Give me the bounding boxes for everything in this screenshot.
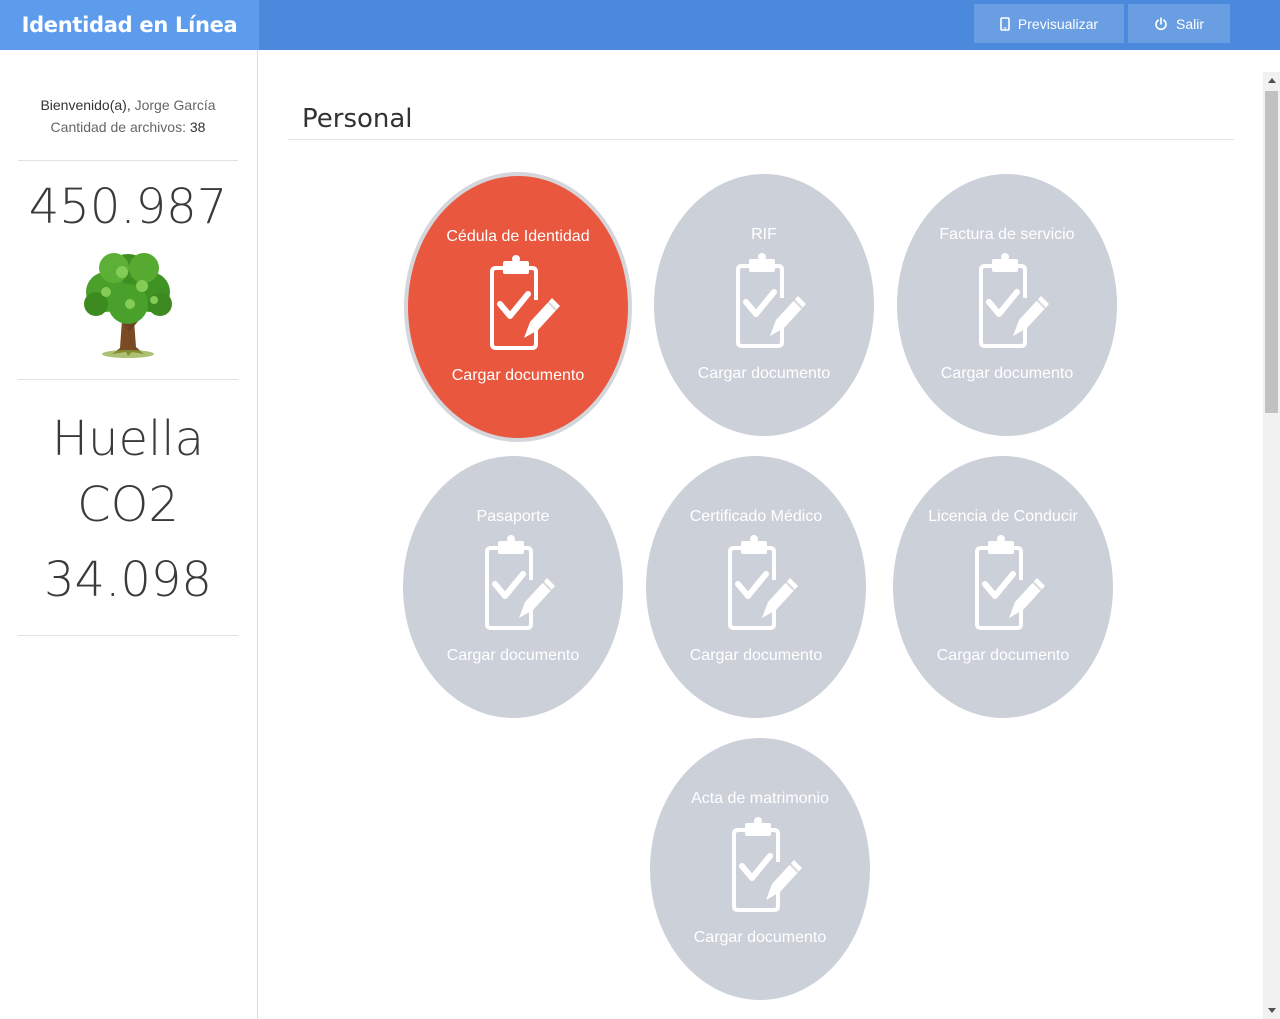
top-navbar: Identidad en Línea Previsualizar Salir — [0, 0, 1280, 50]
card-title: Acta de matrimonio — [691, 790, 829, 807]
mobile-icon — [1000, 16, 1010, 31]
section-title: Personal — [302, 104, 413, 134]
card-pasaporte[interactable]: Pasaporte Cargar documento — [403, 456, 623, 718]
upload-document-link[interactable]: Cargar documento — [408, 367, 628, 385]
clipboard-check-icon — [478, 254, 564, 352]
divider — [18, 635, 238, 636]
card-title: Certificado Médico — [689, 508, 823, 525]
sidebar: Bienvenido(a), Jorge García Cantidad de … — [0, 50, 258, 1019]
upload-document-link[interactable]: Cargar documento — [897, 365, 1117, 383]
divider — [18, 379, 238, 380]
card-title: Cédula de Identidad — [446, 228, 590, 245]
footprint-label-line1: Huella — [51, 411, 205, 467]
clipboard-check-icon — [967, 252, 1053, 350]
footprint-label-line2: CO2 — [77, 477, 179, 533]
card-licencia[interactable]: Licencia de Conducir Cargar documento — [893, 456, 1113, 718]
preview-label: Previsualizar — [1017, 15, 1099, 32]
card-title: Licencia de Conducir — [928, 508, 1078, 525]
exit-label: Salir — [1175, 15, 1204, 32]
clipboard-check-icon — [716, 534, 802, 632]
card-factura[interactable]: Factura de servicio Cargar documento — [897, 174, 1117, 436]
user-name: Jorge García — [134, 97, 216, 113]
upload-document-link[interactable]: Cargar documento — [650, 929, 870, 947]
divider — [18, 160, 238, 161]
card-title: Pasaporte — [476, 508, 550, 525]
big-number: 450.987 — [28, 179, 228, 235]
upload-document-link[interactable]: Cargar documento — [893, 647, 1113, 665]
card-rif[interactable]: RIF Cargar documento — [654, 174, 874, 436]
card-title: RIF — [751, 226, 777, 243]
clipboard-check-icon — [720, 816, 806, 914]
card-cedula[interactable]: Cédula de Identidad Cargar documento — [408, 176, 628, 438]
welcome-block: Bienvenido(a), Jorge García Cantidad de … — [18, 94, 238, 138]
clipboard-check-icon — [473, 534, 559, 632]
tree-icon — [78, 248, 178, 360]
card-title: Factura de servicio — [939, 226, 1075, 243]
power-icon — [1154, 16, 1168, 31]
preview-button[interactable]: Previsualizar — [974, 4, 1124, 43]
clipboard-check-icon — [724, 252, 810, 350]
scroll-thumb[interactable] — [1265, 91, 1278, 413]
clipboard-check-icon — [963, 534, 1049, 632]
upload-document-link[interactable]: Cargar documento — [403, 647, 623, 665]
exit-button[interactable]: Salir — [1128, 4, 1230, 43]
upload-document-link[interactable]: Cargar documento — [646, 647, 866, 665]
scroll-down-arrow-icon[interactable] — [1263, 1002, 1280, 1019]
card-acta[interactable]: Acta de matrimonio Cargar documento — [650, 738, 870, 1000]
scroll-up-arrow-icon[interactable] — [1263, 72, 1280, 89]
welcome-prefix: Bienvenido(a), — [40, 97, 131, 113]
upload-document-link[interactable]: Cargar documento — [654, 365, 874, 383]
card-certificado[interactable]: Certificado Médico Cargar documento — [646, 456, 866, 718]
brand-title[interactable]: Identidad en Línea — [0, 0, 259, 50]
files-count: 38 — [189, 119, 206, 135]
section-divider — [288, 139, 1234, 140]
files-label: Cantidad de archivos: — [50, 119, 186, 135]
vertical-scrollbar[interactable] — [1263, 72, 1280, 1019]
footprint-value: 34.098 — [44, 552, 212, 608]
